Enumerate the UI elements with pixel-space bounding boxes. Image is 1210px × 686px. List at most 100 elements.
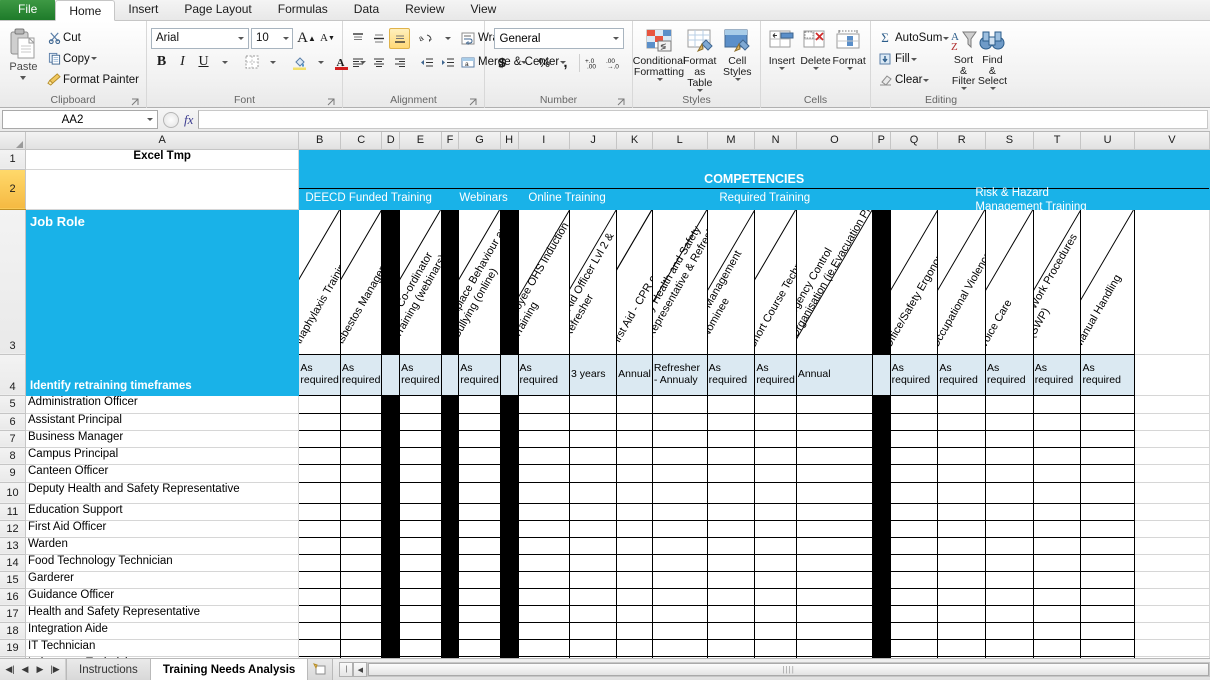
cell-U17[interactable] (1081, 605, 1134, 622)
cell-H17[interactable] (500, 605, 518, 622)
cell-B11[interactable] (299, 503, 341, 520)
cell-Q14[interactable] (890, 554, 938, 571)
underline-dropdown-caret[interactable] (214, 52, 235, 73)
col-header-R[interactable]: R (938, 132, 986, 149)
rot-header-U[interactable]: Manual Handling (1081, 209, 1134, 354)
cell-U18[interactable] (1081, 622, 1134, 639)
cell-L19[interactable] (652, 639, 707, 656)
cell-L7[interactable] (652, 430, 707, 447)
cell-M9[interactable] (707, 464, 755, 482)
cell-T16[interactable] (1033, 588, 1081, 605)
cell-R6[interactable] (938, 413, 986, 430)
cell-K13[interactable] (617, 537, 653, 554)
insert-worksheet-button[interactable] (307, 659, 333, 680)
cell-N7[interactable] (755, 430, 797, 447)
spreadsheet-grid[interactable]: A B C D E F G H I J K L M N O P Q R S T … (0, 132, 1210, 658)
cell-C14[interactable] (340, 554, 382, 571)
cell-M8[interactable] (707, 447, 755, 464)
col-header-S[interactable]: S (986, 132, 1034, 149)
cell-C13[interactable] (340, 537, 382, 554)
tab-file[interactable]: File (0, 0, 55, 20)
col-header-N[interactable]: N (755, 132, 797, 149)
cell-E4-timeframe[interactable]: As required (400, 354, 442, 395)
cell-M19[interactable] (707, 639, 755, 656)
cell-I18[interactable] (518, 622, 570, 639)
cell-C15[interactable] (340, 571, 382, 588)
row-header-4[interactable]: 4 (0, 354, 26, 395)
cell-B13[interactable] (299, 537, 341, 554)
cell-K9[interactable] (617, 464, 653, 482)
borders-button[interactable] (241, 52, 262, 73)
cell-K18[interactable] (617, 622, 653, 639)
cell-H4-timeframe[interactable] (500, 354, 518, 395)
row-header-19[interactable]: 19 (0, 639, 26, 656)
font-dialog-launcher[interactable] (327, 98, 336, 107)
tab-insert[interactable]: Insert (115, 0, 171, 20)
col-header-G[interactable]: G (459, 132, 501, 149)
cell-O14[interactable] (796, 554, 872, 571)
cell-U13[interactable] (1081, 537, 1134, 554)
cell-E19[interactable] (400, 639, 442, 656)
cell-A6-job-role[interactable]: Assistant Principal (26, 413, 299, 430)
cell-D7[interactable] (382, 430, 400, 447)
format-cells-button[interactable]: Format (832, 26, 866, 94)
cell-F17[interactable] (441, 605, 459, 622)
cell-K19[interactable] (617, 639, 653, 656)
cell-D12[interactable] (382, 520, 400, 537)
cell-I16[interactable] (518, 588, 570, 605)
col-header-H[interactable]: H (500, 132, 518, 149)
row-header-17[interactable]: 17 (0, 605, 26, 622)
cell-N9[interactable] (755, 464, 797, 482)
cell-K8[interactable] (617, 447, 653, 464)
align-top-button[interactable] (347, 28, 368, 49)
cell-J14[interactable] (570, 554, 617, 571)
cell-S4-timeframe[interactable]: As required (986, 354, 1034, 395)
cell-P8[interactable] (872, 447, 890, 464)
cell-M7[interactable] (707, 430, 755, 447)
cell-L16[interactable] (652, 588, 707, 605)
cell-A14-job-role[interactable]: Food Technology Technician (26, 554, 299, 571)
cell-D5[interactable] (382, 395, 400, 413)
row-header-8[interactable]: 8 (0, 447, 26, 464)
cell-T9[interactable] (1033, 464, 1081, 482)
cell-N18[interactable] (755, 622, 797, 639)
cell-B8[interactable] (299, 447, 341, 464)
cell-U15[interactable] (1081, 571, 1134, 588)
tab-page-layout[interactable]: Page Layout (171, 0, 264, 20)
font-name-combo[interactable]: Arial (151, 28, 249, 49)
cell-Q5[interactable] (890, 395, 938, 413)
cell-N6[interactable] (755, 413, 797, 430)
cell-C19[interactable] (340, 639, 382, 656)
rot-header-R[interactable]: Occupational Violence (938, 209, 986, 354)
cell-H11[interactable] (500, 503, 518, 520)
cell-O13[interactable] (796, 537, 872, 554)
cell-J7[interactable] (570, 430, 617, 447)
cell-O8[interactable] (796, 447, 872, 464)
cell-G19[interactable] (459, 639, 501, 656)
insert-function-icon[interactable]: fx (184, 112, 193, 128)
cell-I8[interactable] (518, 447, 570, 464)
col-header-M[interactable]: M (707, 132, 755, 149)
cell-U11[interactable] (1081, 503, 1134, 520)
hscroll-track[interactable]: |||| (367, 662, 1210, 677)
find-select-caret[interactable] (990, 87, 996, 90)
rot-header-O[interactable]: Emergency ControlOrganisation (ie.Evacua… (796, 209, 872, 354)
cell-N10[interactable] (755, 482, 797, 503)
cell-V7[interactable] (1134, 430, 1209, 447)
fill-caret[interactable] (911, 58, 917, 61)
cell-K12[interactable] (617, 520, 653, 537)
rot-header-J[interactable]: First Aid Officer Lvl 2 &Refresher (570, 209, 617, 354)
cell-Q9[interactable] (890, 464, 938, 482)
align-bottom-button[interactable] (389, 28, 410, 49)
cell-R10[interactable] (938, 482, 986, 503)
cell-B7[interactable] (299, 430, 341, 447)
number-format-caret[interactable] (608, 37, 623, 40)
cell-L8[interactable] (652, 447, 707, 464)
cell-I5[interactable] (518, 395, 570, 413)
orientation-button[interactable]: a (416, 28, 437, 49)
cell-S15[interactable] (986, 571, 1034, 588)
row-header-7[interactable]: 7 (0, 430, 26, 447)
cell-R13[interactable] (938, 537, 986, 554)
rot-header-C[interactable]: Asbestos Management (340, 209, 382, 354)
rot-header-K[interactable]: First Aid - CPR only (617, 209, 653, 354)
